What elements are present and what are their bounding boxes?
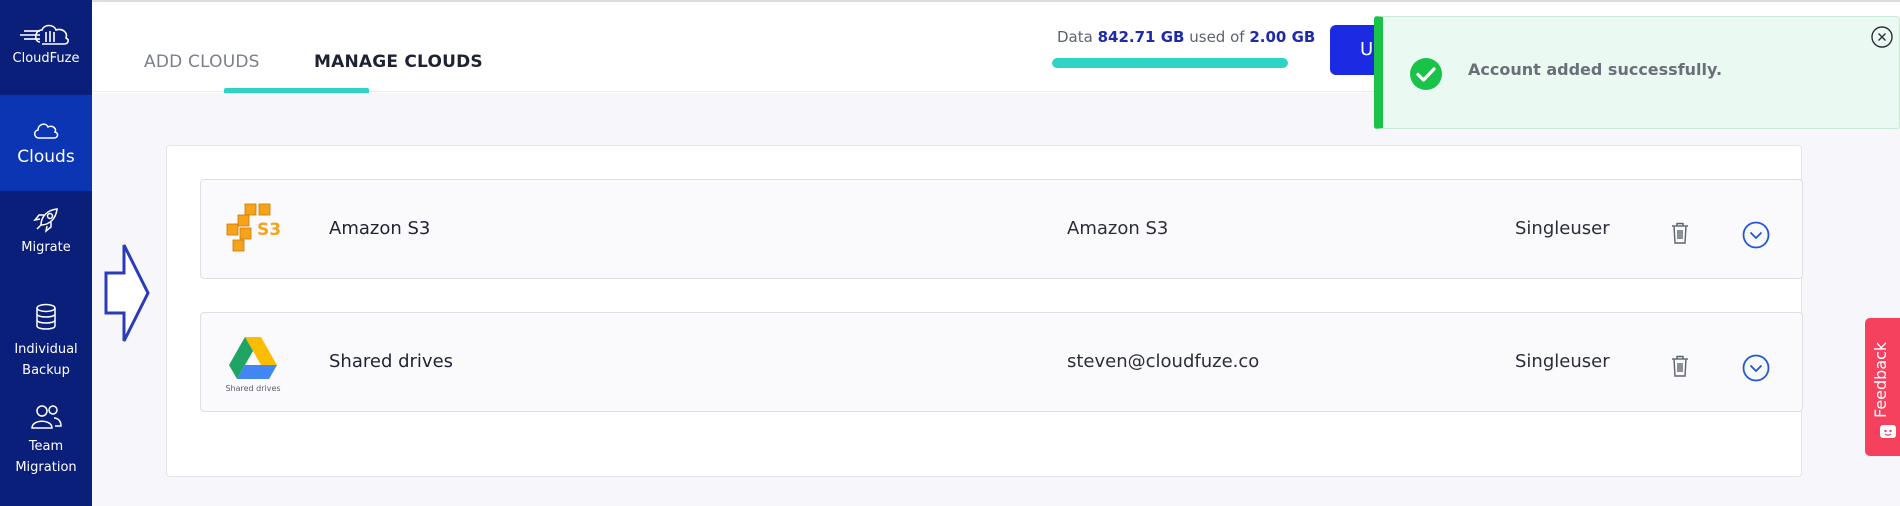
storage-usage-text: Data 842.71 GB used of 2.00 GB: [1057, 28, 1315, 46]
sidebar: CloudFuze Clouds Migrate Individual Back…: [0, 0, 92, 506]
sidebar-item-migrate[interactable]: Migrate: [0, 205, 92, 258]
chevron-down-circle-icon[interactable]: [1742, 354, 1770, 382]
chevron-down-circle-icon[interactable]: [1742, 221, 1770, 249]
cloud-account: steven@cloudfuze.co: [1067, 351, 1260, 372]
trash-icon[interactable]: [1671, 222, 1689, 244]
database-icon: [36, 303, 56, 330]
sidebar-item-label-line2: Backup: [22, 363, 70, 378]
rocket-icon: [33, 208, 58, 233]
cloud-row[interactable]: S3 Amazon S3 Amazon S3 Singleuser: [200, 179, 1803, 279]
cloud-name: Shared drives: [329, 351, 454, 372]
check-circle-icon: [1410, 58, 1442, 90]
usage-total: 2.00 GB: [1249, 28, 1316, 46]
right-arrow-icon: [104, 244, 150, 342]
feedback-label: Feedback: [1871, 341, 1890, 418]
google-shared-drives-logo-icon: Shared drives: [225, 337, 281, 393]
cloud-account: Amazon S3: [1067, 218, 1169, 239]
brand-logo[interactable]: CloudFuze: [0, 22, 92, 69]
sidebar-item-label: Clouds: [17, 146, 75, 167]
sidebar-item-label-line2: Migration: [15, 460, 77, 475]
close-icon[interactable]: [1870, 25, 1894, 49]
users-icon: [31, 405, 62, 429]
sidebar-item-team-migration[interactable]: Team Migration: [0, 404, 92, 478]
brand-name: CloudFuze: [12, 51, 80, 66]
feedback-tab[interactable]: Feedback: [1865, 318, 1900, 456]
app-page: CloudFuze Clouds Migrate Individual Back…: [0, 0, 1900, 506]
toast-message: Account added successfully.: [1468, 60, 1723, 79]
storage-usage-bar: [1052, 58, 1288, 68]
usage-prefix: Data: [1057, 28, 1093, 46]
cloud-icon: [34, 122, 59, 139]
cloud-row[interactable]: Shared drives Shared drives steven@cloud…: [200, 312, 1803, 412]
tab-manage-clouds[interactable]: MANAGE CLOUDS: [314, 52, 483, 72]
usage-used: 842.71 GB: [1097, 28, 1185, 46]
sidebar-item-individual-backup[interactable]: Individual Backup: [0, 303, 92, 381]
sidebar-item-label-line1: Team: [28, 439, 64, 454]
storage-usage-fill: [1052, 58, 1288, 68]
cloud-name: Amazon S3: [329, 218, 431, 239]
tab-add-clouds[interactable]: ADD CLOUDS: [144, 52, 260, 72]
cloud-user-type: Singleuser: [1515, 218, 1610, 239]
amazon-s3-logo-icon: S3: [226, 203, 281, 252]
success-toast: Account added successfully.: [1374, 16, 1900, 129]
s3-logo-text: S3: [257, 220, 281, 240]
shared-drives-logo-text: Shared drives: [225, 384, 280, 393]
cloud-user-type: Singleuser: [1515, 351, 1610, 372]
trash-icon[interactable]: [1671, 355, 1689, 377]
sidebar-item-clouds[interactable]: Clouds: [0, 95, 92, 191]
usage-middle: used of: [1189, 28, 1245, 46]
sidebar-item-label-line1: Individual: [14, 342, 78, 357]
cloudfuze-logo-icon: [20, 24, 69, 45]
sidebar-item-label: Migrate: [21, 240, 71, 255]
chat-face-icon: [1880, 425, 1896, 438]
